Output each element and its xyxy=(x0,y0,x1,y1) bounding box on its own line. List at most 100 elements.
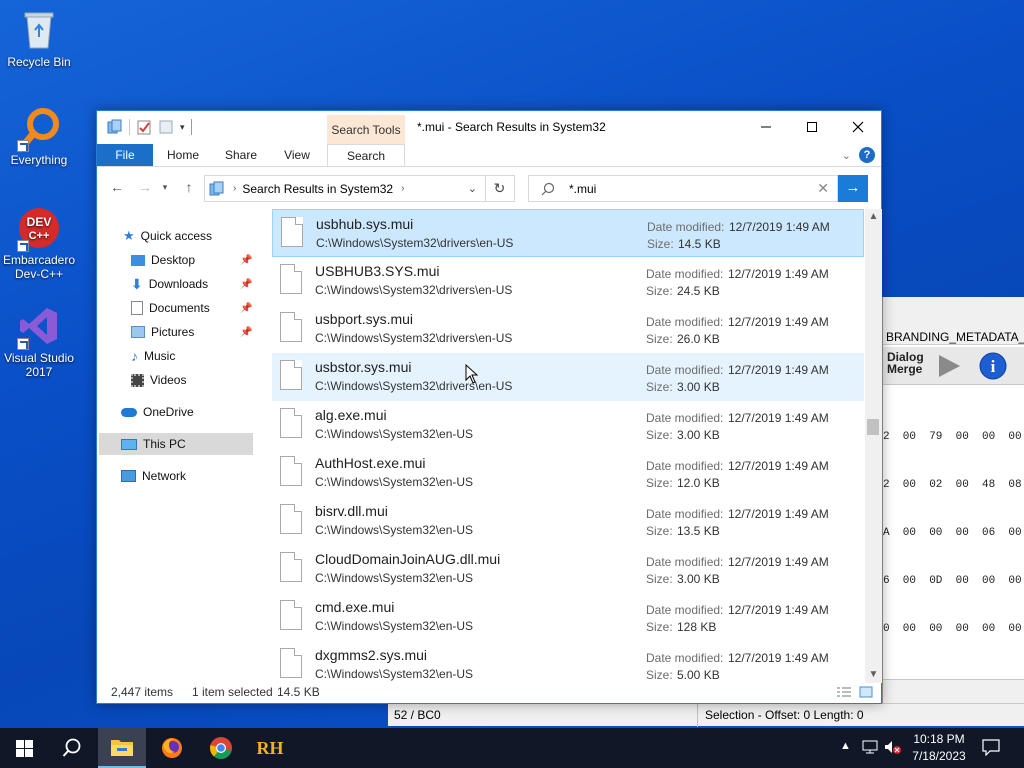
size-label: Size: xyxy=(646,476,673,490)
tab-view[interactable]: View xyxy=(271,144,323,166)
documents-icon xyxy=(131,301,143,315)
pin-icon: 📌 xyxy=(240,327,253,338)
nav-item-onedrive[interactable]: OneDrive xyxy=(121,401,194,423)
scrollbar-thumb[interactable] xyxy=(867,419,879,435)
maximize-button[interactable] xyxy=(789,111,835,142)
tab-home[interactable]: Home xyxy=(157,144,209,166)
desktop-icon-visual-studio[interactable]: Visual Studio 2017 xyxy=(0,304,78,379)
desktop-icon-label: Recycle Bin xyxy=(7,55,71,69)
expand-ribbon-icon[interactable]: ⌄ xyxy=(842,149,851,162)
chevron-up-icon[interactable]: ▲ xyxy=(840,740,851,752)
nav-item-music[interactable]: ♪ Music xyxy=(131,345,175,367)
file-name: cmd.exe.mui xyxy=(315,599,395,615)
nav-item-network[interactable]: Network xyxy=(121,465,186,487)
list-item[interactable]: usbport.sys.mui C:\Windows\System32\driv… xyxy=(272,305,864,353)
volume-muted-icon[interactable] xyxy=(884,740,902,754)
minimize-button[interactable] xyxy=(743,111,789,142)
breadcrumb-separator-icon: › xyxy=(401,183,405,194)
status-bar: 2,447 items 1 item selected 14.5 KB xyxy=(97,683,881,703)
results-scrollbar[interactable]: ▲ ▼ xyxy=(865,209,882,683)
list-item[interactable]: CloudDomainJoinAUG.dll.mui C:\Windows\Sy… xyxy=(272,545,864,593)
clear-search-icon[interactable]: ✕ xyxy=(817,180,829,197)
taskbar-chrome[interactable] xyxy=(197,728,245,768)
file-explorer-window[interactable]: ▾ Search Tools *.mui - Search Results in… xyxy=(96,110,882,704)
file-icon xyxy=(280,408,302,438)
search-go-button[interactable]: → xyxy=(838,175,868,202)
scroll-down-icon[interactable]: ▼ xyxy=(865,667,882,683)
desktop-icon-everything[interactable]: Everything xyxy=(0,106,78,167)
list-item[interactable]: usbhub.sys.mui C:\Windows\System32\drive… xyxy=(272,209,864,257)
tiles-view-icon[interactable] xyxy=(859,686,873,698)
date-modified-label: Date modified: xyxy=(646,507,724,521)
download-arrow-icon: ⬇ xyxy=(131,276,143,292)
devcpp-icon: DEV C++ xyxy=(17,206,61,252)
date-modified-value: 12/7/2019 1:49 AM xyxy=(728,363,829,377)
help-icon[interactable]: ? xyxy=(859,147,875,163)
new-folder-icon[interactable] xyxy=(158,119,174,135)
nav-item-pictures[interactable]: Pictures xyxy=(131,321,194,343)
refresh-button[interactable]: ↻ xyxy=(485,175,515,202)
taskbar-resource-hacker[interactable]: RH xyxy=(246,728,294,768)
background-hex-editor-window[interactable]: BRANDING_METADATA_R Dialog Merge i 2 00 … xyxy=(882,297,1024,703)
hex-line: 0 00 00 00 00 00 xyxy=(883,623,1022,635)
desktop-icon-label: Embarcadero Dev-C++ xyxy=(2,253,76,281)
system-clock[interactable]: 10:18 PM 7/18/2023 xyxy=(904,731,974,765)
title-bar[interactable]: ▾ Search Tools *.mui - Search Results in… xyxy=(97,111,881,145)
file-name: alg.exe.mui xyxy=(315,407,387,423)
nav-item-downloads[interactable]: ⬇ Downloads xyxy=(131,273,208,295)
date-modified-value: 12/7/2019 1:49 AM xyxy=(728,315,829,329)
tab-file[interactable]: File xyxy=(97,144,153,166)
notifications-icon[interactable] xyxy=(982,739,1000,757)
close-button[interactable] xyxy=(835,111,881,142)
nav-item-documents[interactable]: Documents xyxy=(131,297,210,319)
search-results-location-icon xyxy=(209,181,225,197)
list-item[interactable]: bisrv.dll.mui C:\Windows\System32\en-US … xyxy=(272,497,864,545)
taskbar-file-explorer[interactable] xyxy=(98,728,146,768)
file-icon xyxy=(281,217,303,247)
list-item[interactable]: usbstor.sys.mui C:\Windows\System32\driv… xyxy=(272,353,864,401)
nav-item-videos[interactable]: Videos xyxy=(131,369,186,391)
list-item[interactable]: dxgmms2.sys.mui C:\Windows\System32\en-U… xyxy=(272,641,864,683)
nav-item-quick-access[interactable]: ★ Quick access xyxy=(123,225,212,247)
info-icon[interactable]: i xyxy=(979,352,1007,380)
dialog-merge-button[interactable]: Dialog Merge xyxy=(887,351,927,381)
list-item[interactable]: USBHUB3.SYS.mui C:\Windows\System32\driv… xyxy=(272,257,864,305)
desktop-icon-devcpp[interactable]: DEV C++ Embarcadero Dev-C++ xyxy=(0,206,78,281)
windows-logo-icon xyxy=(15,739,33,757)
nav-item-desktop[interactable]: Desktop xyxy=(131,249,195,271)
tab-search[interactable]: Search xyxy=(327,144,405,166)
details-view-icon[interactable] xyxy=(836,686,852,698)
file-path: C:\Windows\System32\en-US xyxy=(315,523,474,537)
list-item[interactable]: alg.exe.mui C:\Windows\System32\en-US Da… xyxy=(272,401,864,449)
up-button[interactable]: ↑ xyxy=(179,177,199,197)
back-button[interactable]: ← xyxy=(107,177,127,197)
play-icon[interactable] xyxy=(935,352,963,380)
file-icon xyxy=(280,360,302,390)
list-item[interactable]: AuthHost.exe.mui C:\Windows\System32\en-… xyxy=(272,449,864,497)
maximize-icon xyxy=(807,121,817,132)
taskbar-firefox[interactable] xyxy=(148,728,196,768)
desktop-icon-recycle-bin[interactable]: Recycle Bin xyxy=(0,8,78,69)
date-modified-label: Date modified: xyxy=(646,603,724,617)
date-modified-value: 12/7/2019 1:49 AM xyxy=(728,411,829,425)
file-name: usbhub.sys.mui xyxy=(316,216,414,232)
list-item[interactable]: cmd.exe.mui C:\Windows\System32\en-US Da… xyxy=(272,593,864,641)
tab-share[interactable]: Share xyxy=(215,144,267,166)
computer-icon xyxy=(121,438,137,450)
start-button[interactable] xyxy=(0,728,48,768)
breadcrumb-separator-icon: › xyxy=(233,183,237,194)
nav-item-this-pc[interactable]: This PC xyxy=(99,433,253,455)
search-input[interactable]: *.mui ✕ xyxy=(528,175,838,202)
window-title: *.mui - Search Results in System32 xyxy=(417,120,606,134)
search-button[interactable] xyxy=(48,728,96,768)
scroll-up-icon[interactable]: ▲ xyxy=(865,209,882,225)
properties-icon[interactable] xyxy=(136,119,152,135)
network-tray-icon[interactable] xyxy=(862,740,878,754)
breadcrumb[interactable]: Search Results in System32 xyxy=(242,182,393,196)
nav-item-label: Downloads xyxy=(148,277,209,291)
recent-locations-button[interactable]: ▾ xyxy=(159,177,171,197)
forward-button[interactable]: → xyxy=(135,177,155,197)
customize-qat-icon[interactable]: ▾ xyxy=(180,122,185,133)
address-dropdown-icon[interactable]: ⌄ xyxy=(468,182,477,195)
address-bar[interactable]: › Search Results in System32 › ⌄ xyxy=(204,175,486,202)
